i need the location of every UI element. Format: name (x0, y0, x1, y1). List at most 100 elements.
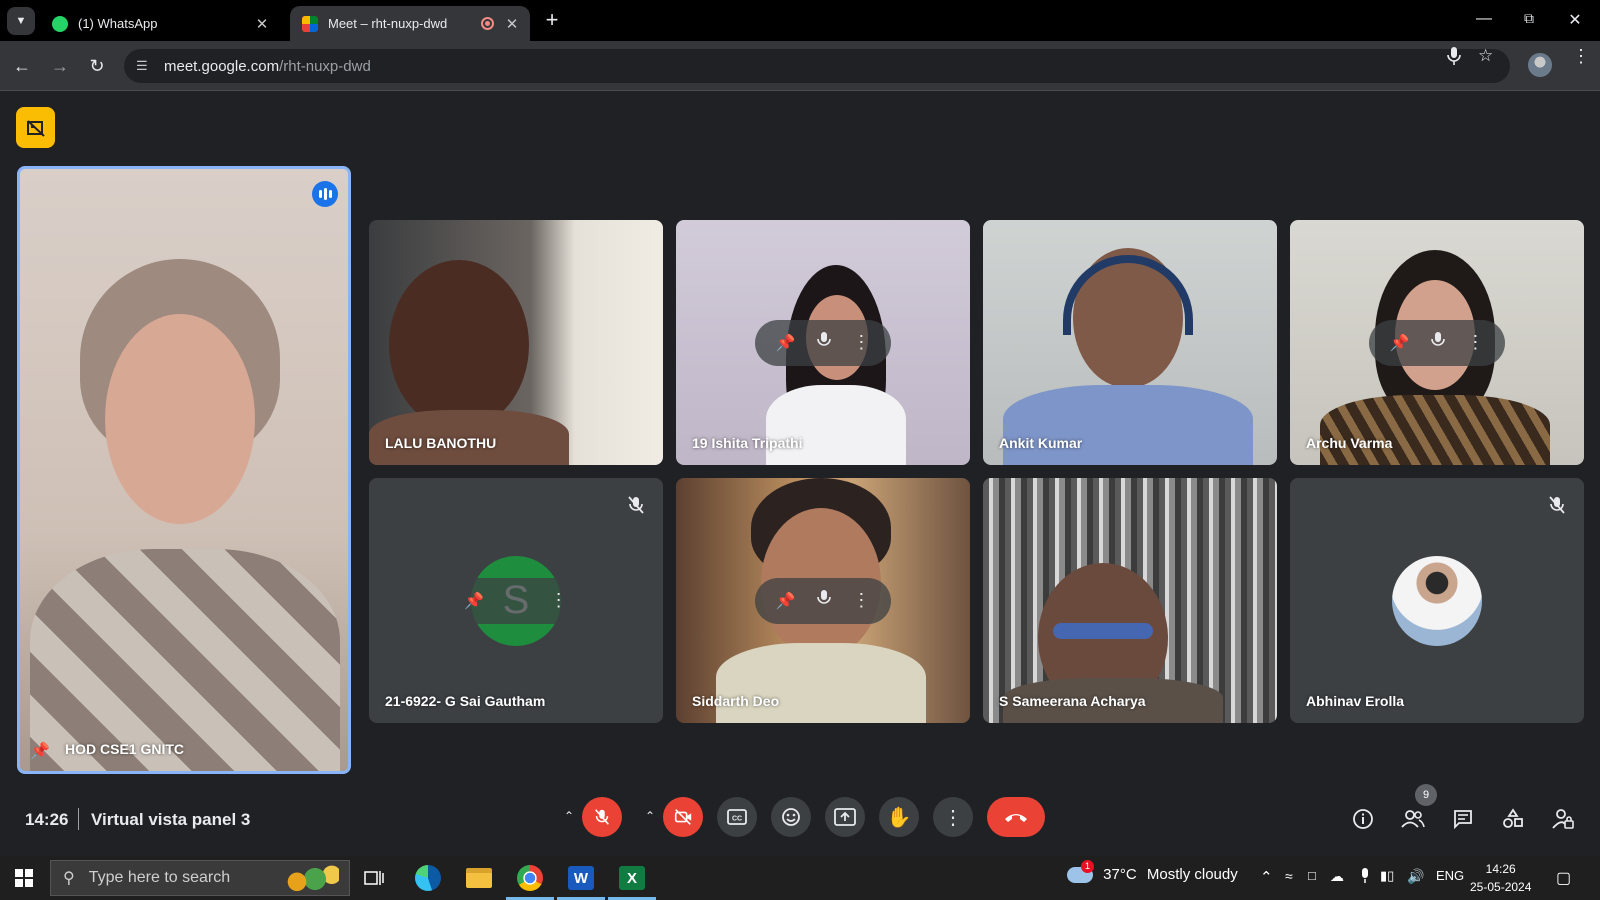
leave-call-button[interactable] (987, 797, 1045, 837)
reload-button[interactable]: ↻ (85, 54, 109, 78)
kebab-menu-icon[interactable]: ⋮ (1466, 332, 1484, 353)
microphone-icon[interactable] (1445, 46, 1463, 71)
captions-button[interactable]: CC (717, 797, 757, 837)
chat-button[interactable] (1450, 806, 1476, 832)
chrome-icon (517, 865, 543, 891)
avatar (1392, 555, 1482, 646)
participant-name: Siddarth Deo (692, 693, 780, 709)
new-tab-button[interactable]: + (540, 9, 564, 33)
participant-hover-controls: 📌 ⋮ (755, 319, 891, 366)
address-bar[interactable]: ☰ meet.google.com/rht-nuxp-dwd (124, 49, 1510, 83)
weather-alert-badge: 1 (1081, 860, 1094, 874)
microphone-toggle-button[interactable] (582, 797, 622, 837)
windows-logo-icon (15, 869, 33, 887)
meet-info-badge[interactable] (16, 107, 55, 148)
mic-off-icon (595, 809, 609, 825)
pin-icon[interactable]: 📌 (776, 333, 796, 353)
glasses-graphic (1053, 623, 1153, 639)
chevron-down-icon: ▼ (15, 15, 27, 27)
task-view-icon (364, 871, 384, 885)
raise-hand-button[interactable]: ✋ (879, 797, 919, 837)
present-screen-button[interactable] (825, 797, 865, 837)
speaker-icon[interactable]: 🔊 (1407, 868, 1424, 885)
participant-tile[interactable]: Ankit Kumar (983, 220, 1277, 465)
pin-icon[interactable]: 📌 (464, 591, 484, 611)
participant-tile[interactable]: 📌 ⋮ Archu Varma (1290, 220, 1584, 465)
participant-tile[interactable]: 📌 ⋮ Siddarth Deo (676, 478, 970, 723)
kebab-menu-icon[interactable]: ⋮ (852, 590, 870, 611)
forward-button[interactable]: → (48, 54, 72, 78)
participant-tile[interactable]: S Sameerana Acharya (983, 478, 1277, 723)
microphone-icon[interactable] (1431, 331, 1445, 354)
notification-icon[interactable]: ▢ (1556, 868, 1571, 888)
windows-taskbar: ⚲ Type here to search W X 1 37°C Mostly … (0, 856, 1600, 900)
url-path: /rht-nuxp-dwd (279, 57, 371, 75)
weather-text: Mostly cloudy (1146, 866, 1238, 883)
kebab-menu-icon[interactable]: ⋮ (852, 332, 870, 353)
start-button[interactable] (8, 862, 40, 894)
minimize-button[interactable]: — (1474, 10, 1494, 28)
file-explorer-app[interactable] (463, 862, 495, 894)
kebab-menu-icon[interactable]: ⋮ (550, 590, 568, 611)
pin-icon[interactable]: 📌 (1390, 333, 1410, 353)
pin-icon[interactable]: 📌 (776, 591, 796, 611)
present-icon (834, 808, 856, 826)
url-host: meet.google.com (164, 57, 280, 75)
task-view-button[interactable] (358, 862, 390, 894)
restore-button[interactable]: ⧉ (1519, 10, 1539, 27)
show-hidden-icons-chevron-icon[interactable]: ⌃ (1260, 868, 1273, 886)
pin-icon[interactable]: 📌 (30, 741, 50, 761)
taskbar-search-input[interactable]: ⚲ Type here to search (50, 860, 350, 896)
close-icon[interactable]: ✕ (502, 15, 522, 33)
microphone-icon[interactable] (817, 331, 831, 354)
tab-whatsapp[interactable]: (1) WhatsApp ✕ (40, 6, 280, 41)
site-settings-icon[interactable]: ☰ (136, 58, 154, 74)
taskbar-clock[interactable]: 14:26 25-05-2024 (1470, 860, 1531, 896)
participant-tile[interactable]: LALU BANOTHU (369, 220, 663, 465)
weather-widget[interactable]: 1 37°C Mostly cloudy (1067, 860, 1238, 884)
back-button[interactable]: ← (10, 54, 34, 78)
excel-app[interactable]: X (616, 862, 648, 894)
people-button[interactable] (1400, 806, 1426, 832)
search-placeholder: Type here to search (88, 869, 231, 886)
people-icon (1401, 810, 1425, 828)
participant-name: Archu Varma (1306, 435, 1393, 451)
folder-icon (466, 868, 492, 888)
meeting-name: Virtual vista panel 3 (91, 810, 251, 829)
input-language[interactable]: ENG (1436, 868, 1464, 883)
close-icon[interactable]: ✕ (252, 15, 272, 33)
microphone-icon[interactable] (817, 589, 831, 612)
edge-app[interactable] (412, 862, 444, 894)
host-controls-button[interactable] (1550, 806, 1576, 832)
network-icon[interactable]: ≈ (1285, 868, 1293, 884)
participant-tile[interactable]: S 📌 ⋮ 21-6922- G Sai Gautham (369, 478, 663, 723)
tab-meet[interactable]: Meet – rht-nuxp-dwd ✕ (290, 6, 530, 41)
activities-button[interactable] (1500, 806, 1526, 832)
onedrive-cloud-icon[interactable]: ☁ (1330, 868, 1344, 885)
participant-hover-controls: 📌 ⋮ (755, 577, 891, 624)
hand-icon: ✋ (886, 806, 912, 829)
microphone-in-use-icon[interactable] (1360, 868, 1370, 888)
featured-participant-tile[interactable]: 📌 HOD CSE1 GNITC (17, 166, 351, 774)
tab-search-button[interactable]: ▼ (7, 7, 35, 35)
chrome-app[interactable] (514, 862, 546, 894)
profile-avatar[interactable] (1528, 53, 1552, 77)
participant-video (389, 260, 529, 430)
meeting-details-button[interactable] (1350, 806, 1376, 832)
audio-options-chevron-icon[interactable]: ⌃ (564, 809, 574, 823)
participant-tile[interactable]: 📌 ⋮ 19 Ishita Tripathi (676, 220, 970, 465)
more-options-button[interactable]: ⋮ (933, 797, 973, 837)
word-app[interactable]: W (565, 862, 597, 894)
participant-name: S Sameerana Acharya (999, 693, 1146, 709)
taskbar-date: 25-05-2024 (1470, 880, 1532, 894)
participant-tile[interactable]: Abhinav Erolla (1290, 478, 1584, 723)
hang-up-icon (1005, 814, 1027, 822)
camera-toggle-button[interactable] (663, 797, 703, 837)
video-options-chevron-icon[interactable]: ⌃ (645, 809, 655, 823)
close-window-button[interactable]: ✕ (1565, 10, 1585, 30)
bookmark-star-icon[interactable]: ☆ (1478, 46, 1493, 66)
kebab-menu-icon[interactable]: ⋮ (1572, 46, 1590, 67)
battery-icon[interactable]: ▮▯ (1380, 868, 1394, 884)
reactions-button[interactable] (771, 797, 811, 837)
meet-now-icon[interactable]: □ (1308, 868, 1316, 883)
